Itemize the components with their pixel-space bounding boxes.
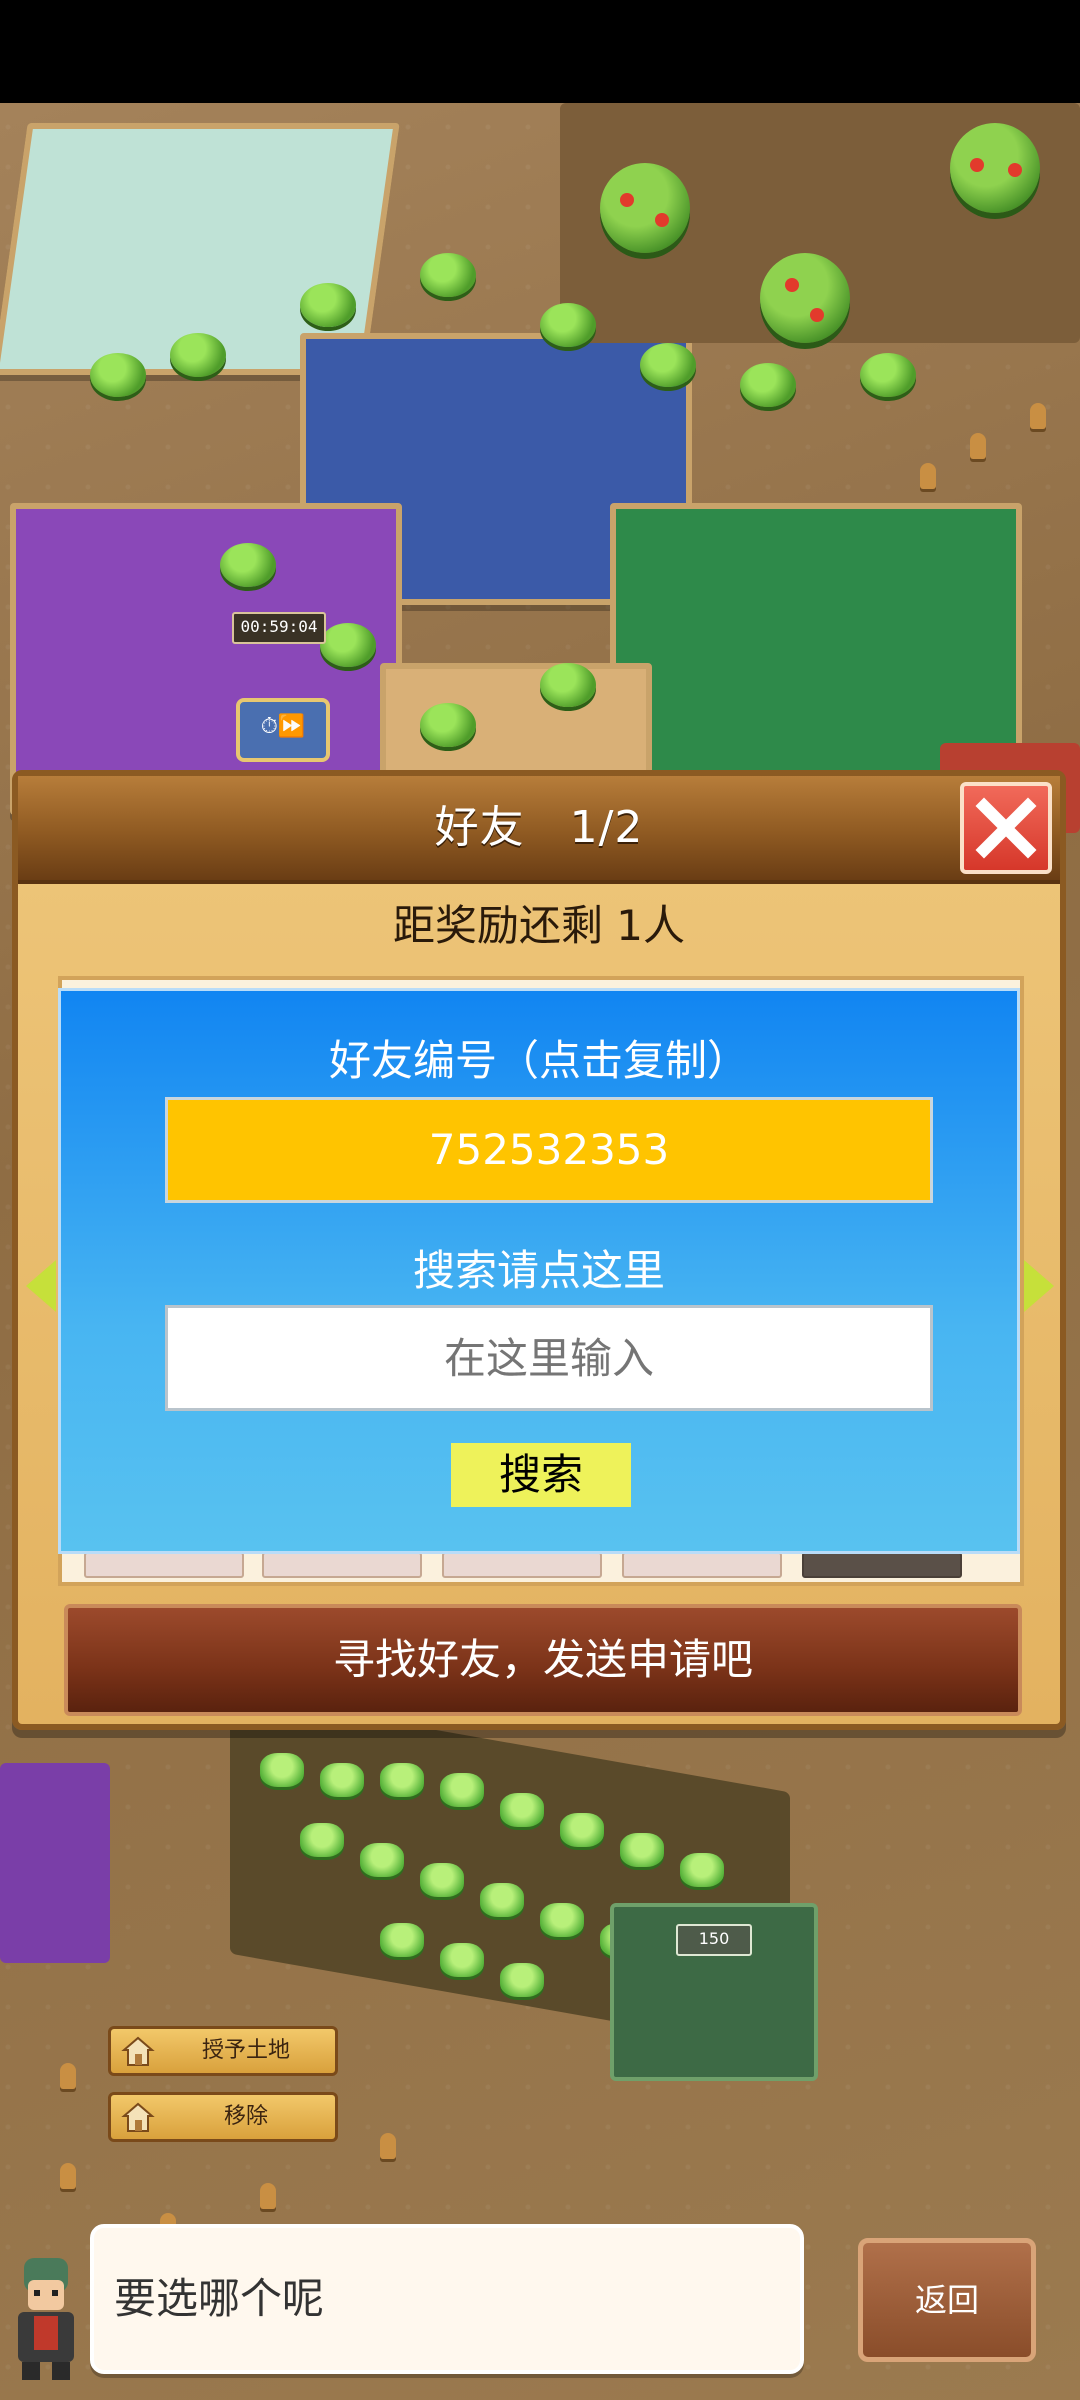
bush: [540, 663, 596, 707]
dialog-title: 好友 1/2: [434, 802, 644, 853]
character-avatar: [18, 2258, 74, 2380]
arrow-right-icon[interactable]: [1024, 1260, 1054, 1312]
crop: [300, 1823, 344, 1857]
friend-id-label: 好友编号（点击复制）: [328, 1036, 749, 1085]
crop: [380, 1763, 424, 1797]
room-timer: 00:59:04: [232, 612, 326, 644]
apple-tree[interactable]: [600, 163, 690, 253]
bush: [740, 363, 796, 407]
grant-land-label: 授予土地: [201, 2038, 290, 2063]
crop: [440, 1943, 484, 1977]
dialog-header: 好友 1/2: [18, 776, 1060, 884]
fast-forward-icon: ⏩: [277, 714, 306, 739]
friend-slot[interactable]: [622, 1552, 782, 1578]
arrow-left-icon[interactable]: [26, 1260, 56, 1312]
remove-button[interactable]: 移除: [108, 2092, 338, 2142]
remove-label: 移除: [223, 2104, 268, 2129]
close-icon: [975, 797, 1037, 859]
crop: [560, 1813, 604, 1847]
fence-post: [260, 2183, 276, 2209]
back-button[interactable]: 返回: [858, 2238, 1036, 2362]
status-bar: [0, 0, 1080, 103]
crop: [620, 1833, 664, 1867]
friend-slot[interactable]: [802, 1552, 962, 1578]
find-friends-button[interactable]: 寻找好友，发送申请吧: [64, 1604, 1022, 1716]
crop: [320, 1763, 364, 1797]
bush: [90, 353, 146, 397]
fence-post: [920, 463, 936, 489]
bush: [860, 353, 916, 397]
friend-slot[interactable]: [442, 1552, 602, 1578]
bush: [420, 253, 476, 297]
crop: [480, 1883, 524, 1917]
speech-bubble: 要选哪个呢: [90, 2224, 804, 2374]
crop: [680, 1853, 724, 1887]
search-label: 搜索请点这里: [412, 1246, 665, 1295]
reward-status: 距奖励还剩 1人: [392, 901, 686, 950]
friend-search-panel: 好友编号（点击复制） 752532353 搜索请点这里 搜索: [58, 988, 1020, 1554]
fence-post: [60, 2063, 76, 2089]
fence-post: [380, 2133, 396, 2159]
bush: [420, 703, 476, 747]
plot-value-sign: 150: [676, 1924, 752, 1956]
house-icon: [121, 2036, 155, 2066]
stopwatch-icon: ⏱: [260, 714, 278, 739]
crop: [540, 1903, 584, 1937]
crop: [420, 1863, 464, 1897]
bush: [220, 543, 276, 587]
crop: [440, 1773, 484, 1807]
friend-slot[interactable]: [262, 1552, 422, 1578]
search-button[interactable]: 搜索: [451, 1443, 631, 1507]
crop: [380, 1923, 424, 1957]
fast-forward-button[interactable]: ⏱⏩: [236, 698, 330, 762]
crop: [360, 1843, 404, 1877]
fence-post: [60, 2163, 76, 2189]
crop: [260, 1753, 304, 1787]
bush: [540, 303, 596, 347]
grant-land-button[interactable]: 授予土地: [108, 2026, 338, 2076]
bush: [640, 343, 696, 387]
friend-slot[interactable]: [84, 1552, 244, 1578]
apple-tree[interactable]: [760, 253, 850, 343]
room-purple-lower[interactable]: [0, 1763, 110, 1963]
crop: [500, 1963, 544, 1997]
search-input[interactable]: [165, 1305, 933, 1411]
bush: [300, 283, 356, 327]
fence-post: [970, 433, 986, 459]
bush: [170, 333, 226, 377]
friend-id-box[interactable]: 752532353: [165, 1097, 933, 1203]
apple-tree[interactable]: [950, 123, 1040, 213]
crop: [500, 1793, 544, 1827]
fence-post: [1030, 403, 1046, 429]
close-button[interactable]: [960, 782, 1052, 874]
bush: [320, 623, 376, 667]
house-icon: [121, 2102, 155, 2132]
